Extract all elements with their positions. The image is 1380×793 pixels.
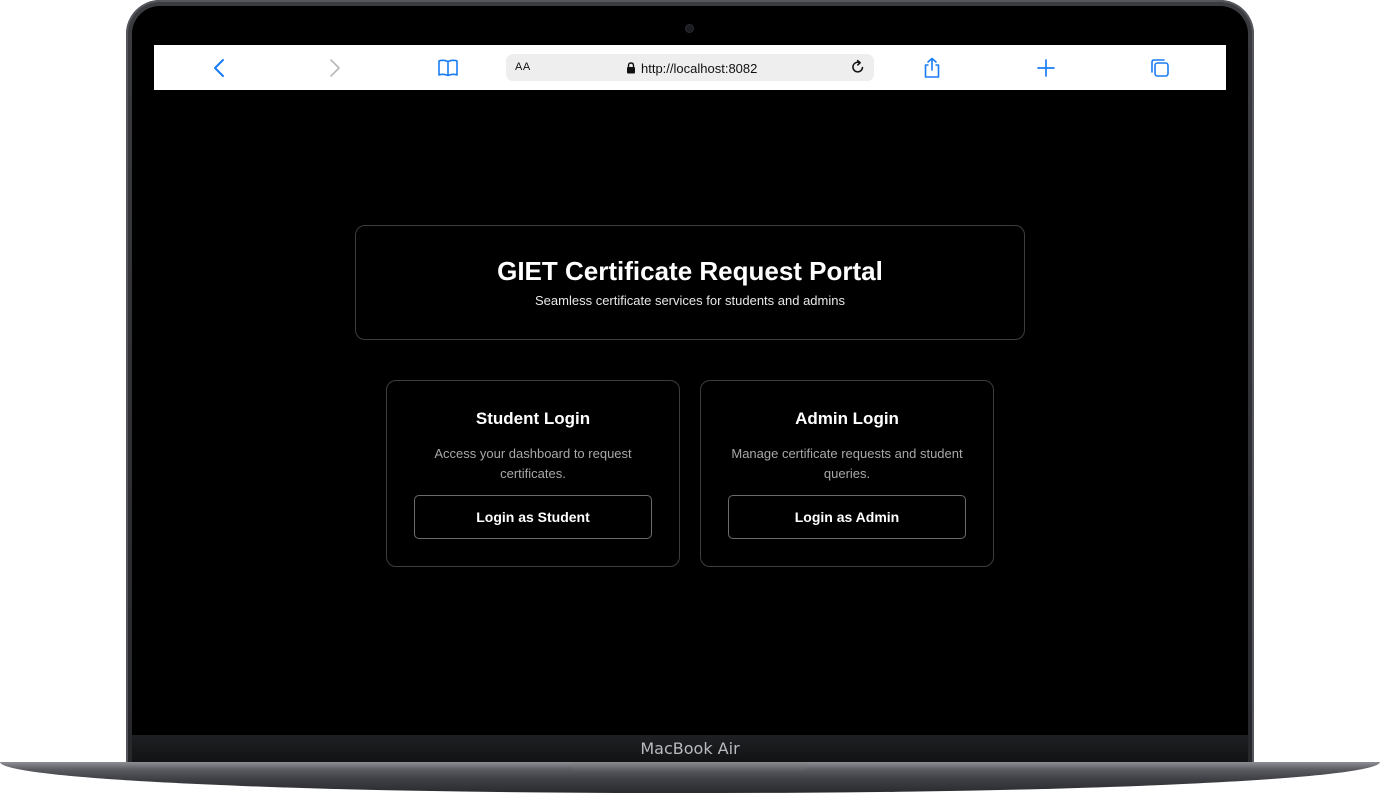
lock-icon: [627, 62, 635, 74]
camera-icon: [686, 25, 693, 32]
login-as-admin-button[interactable]: Login as Admin: [728, 495, 966, 539]
new-tab-icon[interactable]: [1034, 56, 1058, 80]
admin-login-card: Admin Login Manage certificate requests …: [700, 380, 994, 567]
device-label: MacBook Air: [640, 739, 740, 758]
laptop-base-notch: [572, 762, 808, 773]
page-title: GIET Certificate Request Portal: [497, 256, 883, 286]
browser-toolbar: AA http://localhost:8082: [154, 45, 1226, 90]
tabs-icon[interactable]: [1148, 56, 1172, 80]
admin-card-title: Admin Login: [795, 409, 899, 428]
share-icon[interactable]: [920, 56, 944, 80]
url-text: http://localhost:8082: [641, 60, 758, 76]
page-subtitle: Seamless certificate services for studen…: [535, 293, 845, 308]
screen: AA http://localhost:8082 GIET Certificat…: [154, 45, 1226, 735]
admin-card-description: Manage certificate requests and student …: [731, 446, 963, 481]
url-display[interactable]: http://localhost:8082: [626, 59, 757, 77]
laptop-mockup: AA http://localhost:8082 GIET Certificat…: [0, 0, 1380, 793]
address-bar[interactable]: AA http://localhost:8082: [506, 54, 874, 81]
student-login-card: Student Login Access your dashboard to r…: [386, 380, 680, 567]
student-card-title: Student Login: [475, 409, 591, 428]
text-size-button[interactable]: AA: [515, 61, 531, 73]
bookmarks-icon[interactable]: [436, 56, 460, 80]
forward-icon[interactable]: [322, 56, 346, 80]
portal-header-card: GIET Certificate Request Portal Seamless…: [355, 225, 1025, 340]
back-icon[interactable]: [208, 56, 232, 80]
student-card-description: Access your dashboard to request certifi…: [434, 446, 632, 481]
reload-icon[interactable]: [849, 58, 867, 76]
login-as-student-button[interactable]: Login as Student: [414, 495, 652, 539]
